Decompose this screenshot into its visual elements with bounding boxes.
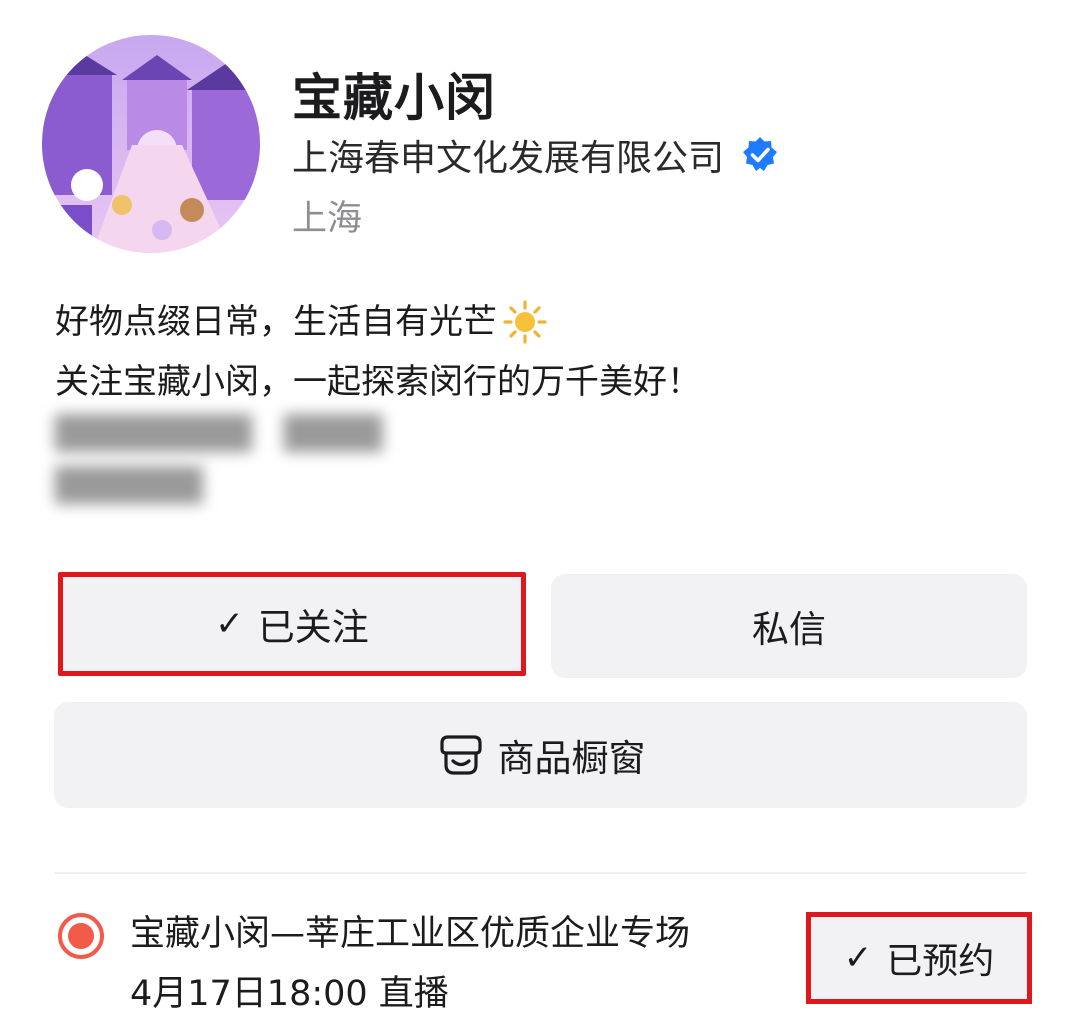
- blurred-text-line: ████████ ████: [55, 414, 383, 452]
- reserved-label: 已预约: [886, 941, 995, 982]
- bio: 好物点缀日常，生活自有光芒 关注宝藏小闵，一起探索闵行的万千美好！: [55, 292, 701, 412]
- followed-button[interactable]: ✓ 已关注: [58, 572, 526, 676]
- sun-emoji-icon: [503, 300, 547, 344]
- shop-window-label: 商品橱窗: [497, 737, 646, 780]
- reserved-button[interactable]: ✓ 已预约: [806, 912, 1032, 1004]
- followed-label: 已关注: [257, 606, 369, 649]
- bio-line-1-text: 好物点缀日常，生活自有光芒: [55, 302, 497, 342]
- check-icon: ✓: [215, 604, 244, 644]
- company-name: 上海春申文化发展有限公司: [292, 138, 725, 179]
- bio-line-2: 关注宝藏小闵，一起探索闵行的万千美好！: [55, 362, 701, 402]
- verified-badge-icon: [743, 137, 778, 171]
- blurred-text-line: ██████: [55, 466, 203, 504]
- message-label: 私信: [752, 608, 826, 651]
- divider: [54, 872, 1027, 874]
- bio-line-1: 好物点缀日常，生活自有光芒: [55, 292, 701, 352]
- live-title[interactable]: 宝藏小闵—莘庄工业区优质企业专场: [130, 905, 690, 956]
- live-record-icon: [58, 913, 104, 959]
- message-button[interactable]: 私信: [551, 574, 1027, 678]
- profile-name: 宝藏小闵: [292, 69, 496, 127]
- check-icon: ✓: [843, 938, 873, 978]
- company-row: 上海春申文化发展有限公司: [292, 129, 780, 181]
- profile-location: 上海: [292, 199, 363, 239]
- shop-window-icon: [439, 735, 482, 775]
- avatar[interactable]: [42, 35, 260, 253]
- live-time: 4月17日18:00 直播: [130, 974, 449, 1014]
- shop-window-button[interactable]: 商品橱窗: [54, 702, 1027, 808]
